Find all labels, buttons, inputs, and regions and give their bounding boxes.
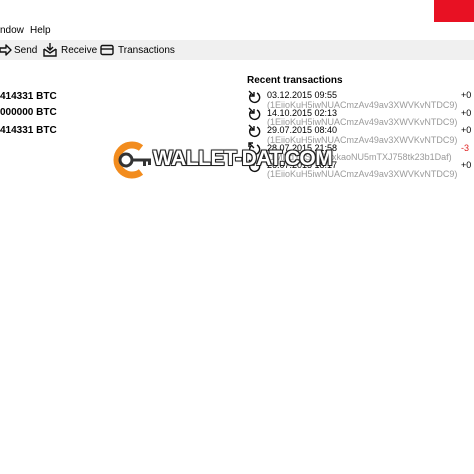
receive-inbox-icon [43,43,57,57]
balance-pending: 000000 BTC [0,107,57,118]
watermark-text: WALLET-DAT.COM [153,147,333,170]
tx-receive-icon [248,124,261,138]
tx-amount: +0 [461,108,472,118]
send-arrow-icon [0,44,12,56]
send-label: Send [14,44,38,56]
tx-receive-icon [248,90,261,104]
balance-available: 414331 BTC [0,91,57,102]
overview-page: 414331 BTC 000000 BTC 414331 BTC Recent … [0,60,474,474]
key-logo-icon [113,141,151,179]
menu-bar: ndow Help [0,22,474,40]
toolbar: Send Receive Transactions [0,40,474,60]
tx-receive-icon [248,107,261,121]
transactions-label: Transactions [118,44,175,56]
title-bar [0,0,474,22]
watermark-logo: WALLET-DAT.COM [107,137,333,183]
tx-amount: -3 [461,143,470,153]
receive-button[interactable]: Receive [42,40,97,60]
menu-window[interactable]: ndow [0,25,24,36]
send-button[interactable]: Send [0,40,37,60]
receive-label: Receive [61,44,98,56]
tx-amount: +0 [461,125,472,135]
tx-date: 29.07.2015 08:40 [267,125,338,135]
card-icon [100,44,114,56]
tx-amount: +0 [461,160,472,170]
tx-amount: +0 [461,90,472,100]
close-window-button[interactable] [434,0,474,22]
transactions-button[interactable]: Transactions [100,40,175,60]
balance-total: 414331 BTC [0,125,57,136]
recent-transactions-title: Recent transactions [247,75,343,86]
menu-help[interactable]: Help [30,25,51,36]
tx-date: 03.12.2015 09:55 [267,90,338,100]
